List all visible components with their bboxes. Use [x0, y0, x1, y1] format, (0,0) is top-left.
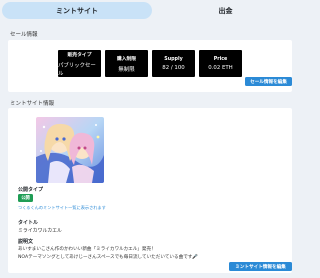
stat-supply: Supply 82 / 100	[152, 50, 195, 77]
stat-label: 販売タイプ	[67, 52, 92, 58]
stat-price: Price 0.02 ETH	[199, 50, 242, 77]
nft-artwork-image	[36, 117, 104, 183]
description-label: 説明文	[18, 239, 34, 245]
sale-info-heading: セール情報	[10, 32, 38, 38]
edit-sale-info-button[interactable]: セール情報を編集	[245, 77, 292, 86]
edit-mint-site-button[interactable]: ミントサイト情報を編集	[229, 262, 292, 271]
mint-site-heading: ミントサイト情報	[10, 101, 55, 107]
stat-sale-type: 販売タイプ パブリックセール	[58, 50, 101, 77]
public-note: つくるくんのミントサイト一覧に表示されます	[18, 205, 106, 210]
stat-label: Price	[213, 56, 228, 62]
stat-value: 0.02 ETH	[208, 64, 233, 71]
title-value: ミライカワルカエル	[18, 228, 62, 234]
tab-mint-site[interactable]: ミントサイト	[2, 2, 152, 19]
mint-site-card: 公開タイプ 公開 つくるくんのミントサイト一覧に表示されます タイトル ミライカ…	[8, 108, 292, 273]
stat-label: 購入制限	[116, 56, 137, 62]
description-line-1: あいすまいこさん作のかわいい新曲「ミライカワルカエル」発売！	[18, 247, 156, 252]
tab-withdraw[interactable]: 出金	[153, 2, 298, 19]
stat-value: 82 / 100	[162, 64, 185, 71]
title-label: タイトル	[18, 220, 39, 226]
stat-value: 無制限	[118, 66, 135, 73]
public-type-label: 公開タイプ	[18, 187, 44, 193]
public-status-badge: 公開	[18, 194, 33, 202]
stat-label: Supply	[164, 56, 183, 62]
sale-stats: 販売タイプ パブリックセール 購入制限 無制限 Supply 82 / 100 …	[8, 50, 292, 77]
stat-value: パブリックセール	[58, 62, 96, 77]
description-line-2: NOAテーマソングとしてあけじーさんスペースでも毎日流していただいている曲です🎤	[18, 255, 199, 260]
stat-purchase-limit: 購入制限 無制限	[105, 50, 148, 77]
tab-bar: ミントサイト 出金	[0, 2, 300, 20]
